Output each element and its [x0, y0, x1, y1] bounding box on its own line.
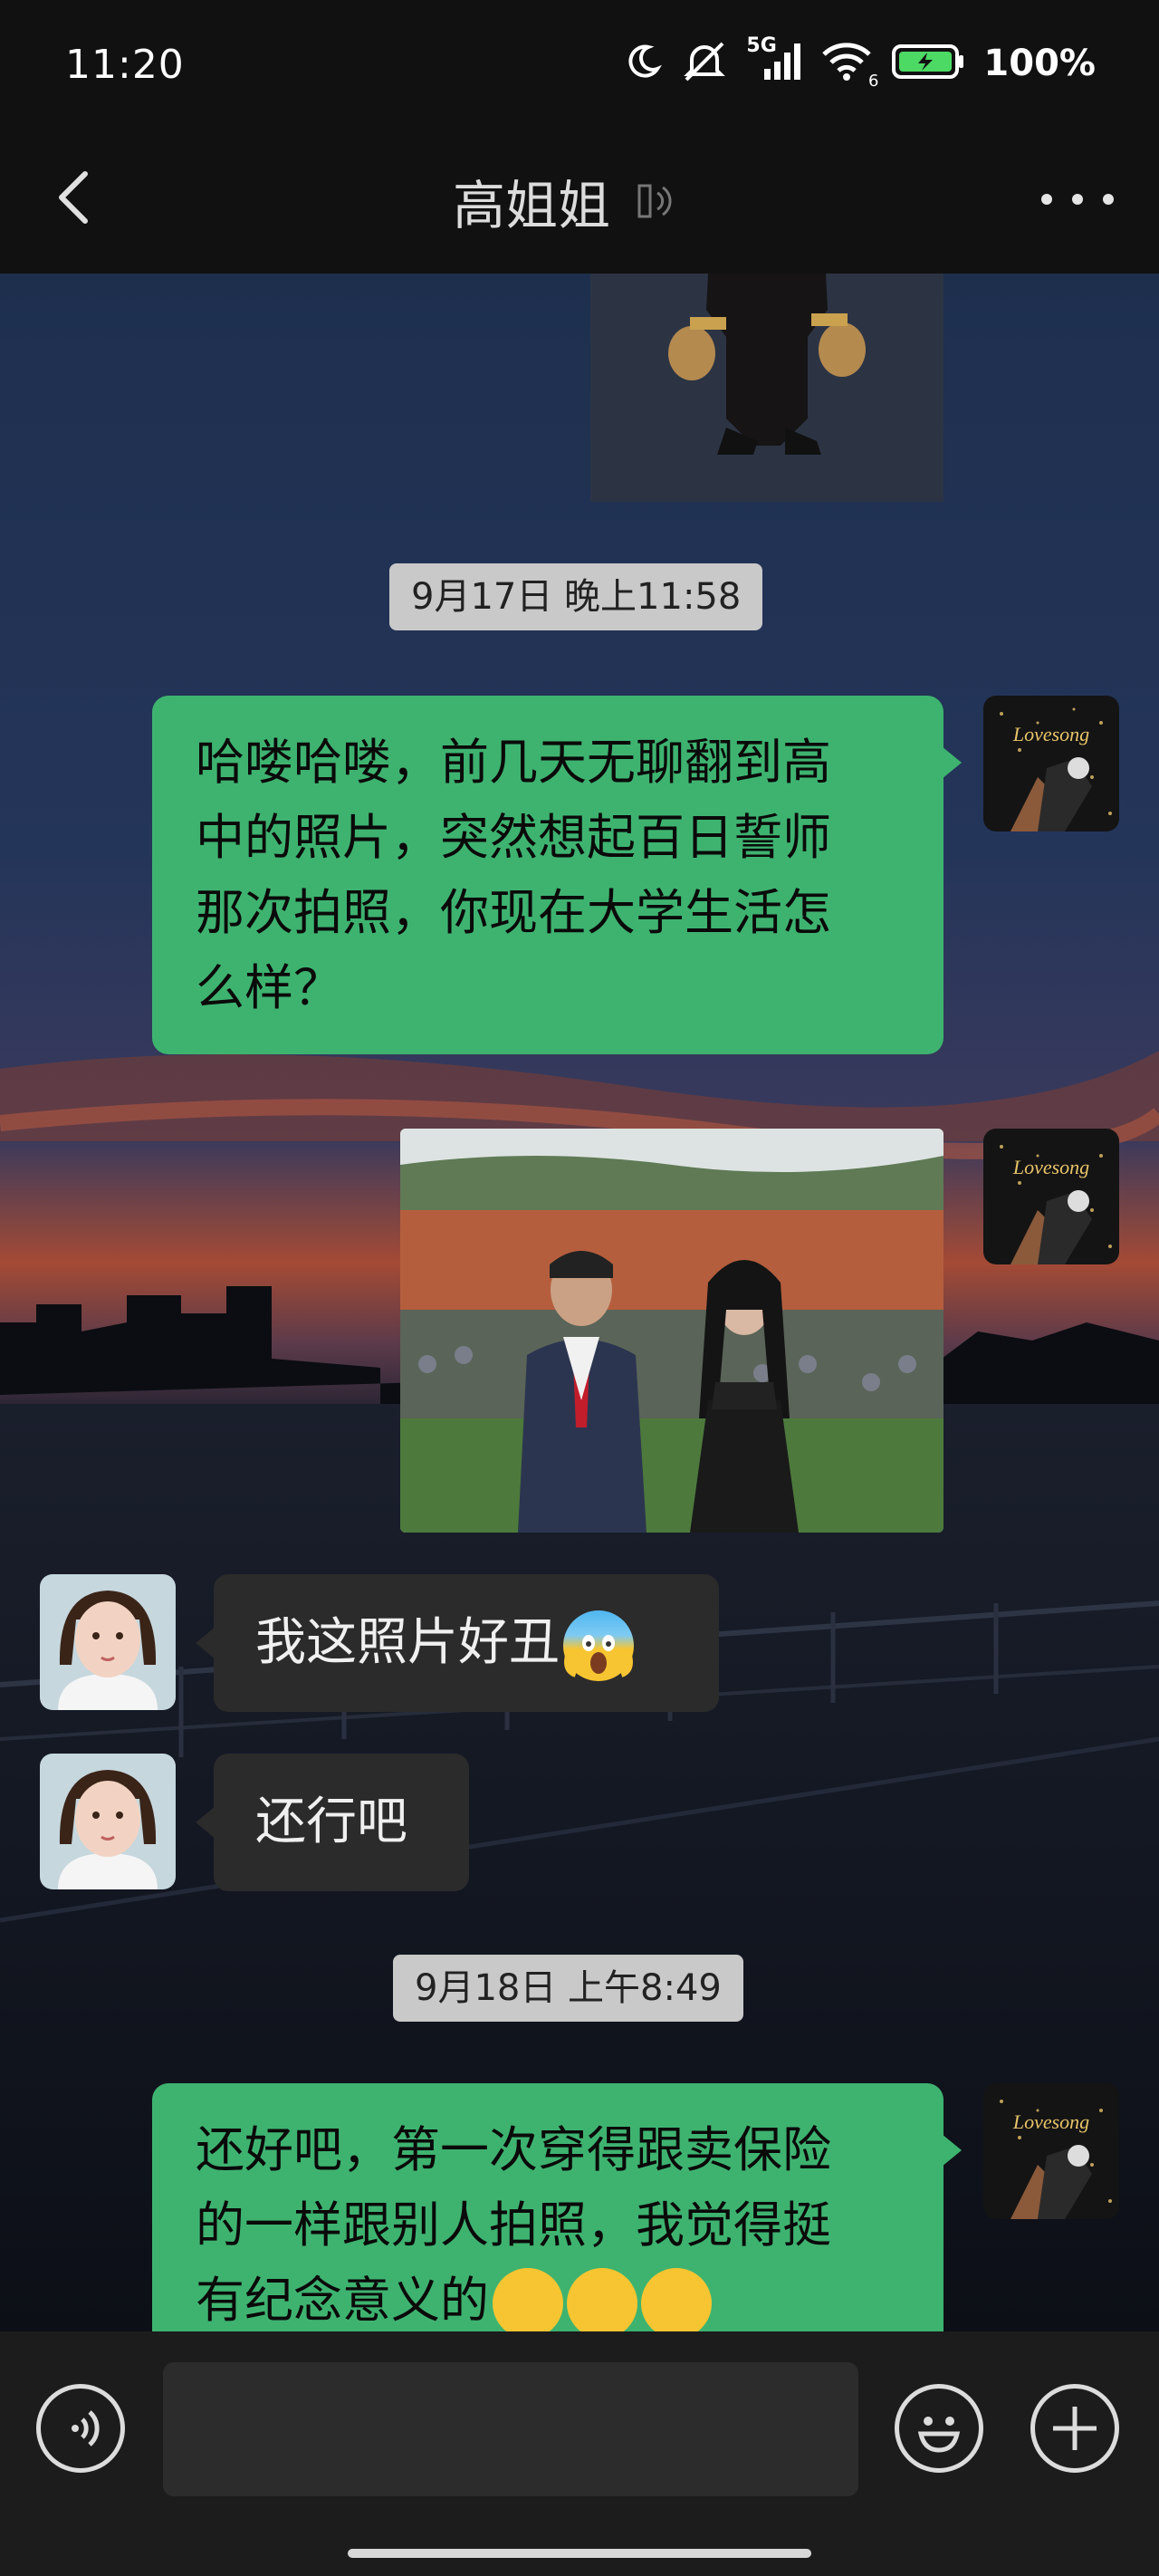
- my-avatar[interactable]: Lovesong: [983, 1129, 1119, 1264]
- incoming-message[interactable]: 我这照片好丑: [196, 1574, 719, 1712]
- contact-avatar[interactable]: [40, 1574, 176, 1710]
- chat-title-group[interactable]: 高姐姐: [453, 163, 679, 239]
- voice-mode-icon: [634, 177, 679, 226]
- signal-icon: 5G: [746, 34, 802, 87]
- emoji-icon: [917, 2417, 961, 2453]
- grin-emoji: [641, 2268, 712, 2331]
- avatar-text: Lovesong: [1012, 1156, 1089, 1178]
- back-button[interactable]: [47, 156, 110, 237]
- chat-title: 高姐姐: [453, 175, 611, 236]
- wifi-icon: 6: [820, 40, 878, 91]
- contact-avatar[interactable]: [40, 1754, 176, 1889]
- message-line: 中的照片，突然想起百日誓师: [196, 809, 831, 866]
- avatar-text: Lovesong: [1012, 2110, 1089, 2133]
- back-arrow-icon: [59, 171, 88, 224]
- incoming-message[interactable]: 还行吧: [196, 1754, 469, 1891]
- more-icon-dot: [1103, 194, 1114, 205]
- my-avatar[interactable]: Lovesong: [983, 696, 1119, 831]
- chat-header: 高姐姐: [0, 136, 1159, 274]
- timestamp: 9月17日 晚上11:58: [389, 563, 763, 630]
- more-button[interactable]: [1041, 172, 1114, 226]
- battery-percent: 100%: [983, 43, 1096, 84]
- home-indicator[interactable]: [348, 2549, 811, 2558]
- network-type: 5G: [746, 34, 777, 57]
- voice-input-icon: [72, 2410, 100, 2446]
- wifi-sub: 6: [867, 72, 879, 91]
- message-line: 那次拍照，你现在大学生活怎: [196, 884, 831, 941]
- message-line: 有纪念意义的: [196, 2263, 905, 2331]
- outgoing-message[interactable]: 还好吧，第一次穿得跟卖保险 的一样跟别人拍照，我觉得挺 有纪念意义的: [152, 2083, 962, 2331]
- message-line: 哈喽哈喽，前几天无聊翻到高: [196, 734, 831, 791]
- plus-button[interactable]: [1030, 2384, 1119, 2473]
- my-avatar[interactable]: Lovesong: [983, 2083, 1119, 2219]
- grin-emoji: [567, 2268, 637, 2331]
- mute-icon: [681, 40, 728, 87]
- more-icon-dot: [1072, 194, 1083, 205]
- message-list[interactable]: 9月17日 晚上11:58 哈喽哈喽，前几天无聊翻到高 中的照片，突然想起百日誓…: [0, 274, 1159, 2331]
- message-line: 么样？: [196, 959, 342, 1016]
- battery-icon: [891, 42, 965, 85]
- voice-input-button[interactable]: [36, 2384, 125, 2473]
- plus-icon: [1053, 2407, 1097, 2450]
- message-text: 还行吧: [255, 1793, 407, 1851]
- message-text: 我这照片好丑: [255, 1613, 560, 1672]
- image-message-photo[interactable]: [400, 1129, 943, 1533]
- avatar-text: Lovesong: [1012, 723, 1089, 745]
- grin-emoji: [493, 2268, 563, 2331]
- input-bar: [0, 2331, 1159, 2576]
- status-time: 11:20: [65, 42, 185, 88]
- outgoing-message[interactable]: 哈喽哈喽，前几天无聊翻到高 中的照片，突然想起百日誓师 那次拍照，你现在大学生活…: [152, 696, 962, 1054]
- emoji-button[interactable]: [895, 2384, 983, 2473]
- message-line: 的一样跟别人拍照，我觉得挺: [196, 2196, 831, 2254]
- status-icons: 5G 6 100%: [623, 34, 1096, 91]
- image-message-figurine[interactable]: [590, 274, 943, 502]
- more-icon-dot: [1041, 194, 1052, 205]
- message-line: 还好吧，第一次穿得跟卖保险: [196, 2121, 831, 2178]
- status-bar: 11:20 5G 6 100%: [0, 0, 1159, 136]
- message-input[interactable]: [163, 2362, 858, 2496]
- moon-icon: [623, 42, 663, 85]
- message-line-text: 有纪念意义的: [196, 2272, 489, 2329]
- timestamp: 9月18日 上午8:49: [393, 1955, 743, 2022]
- scream-emoji: [563, 1610, 634, 1681]
